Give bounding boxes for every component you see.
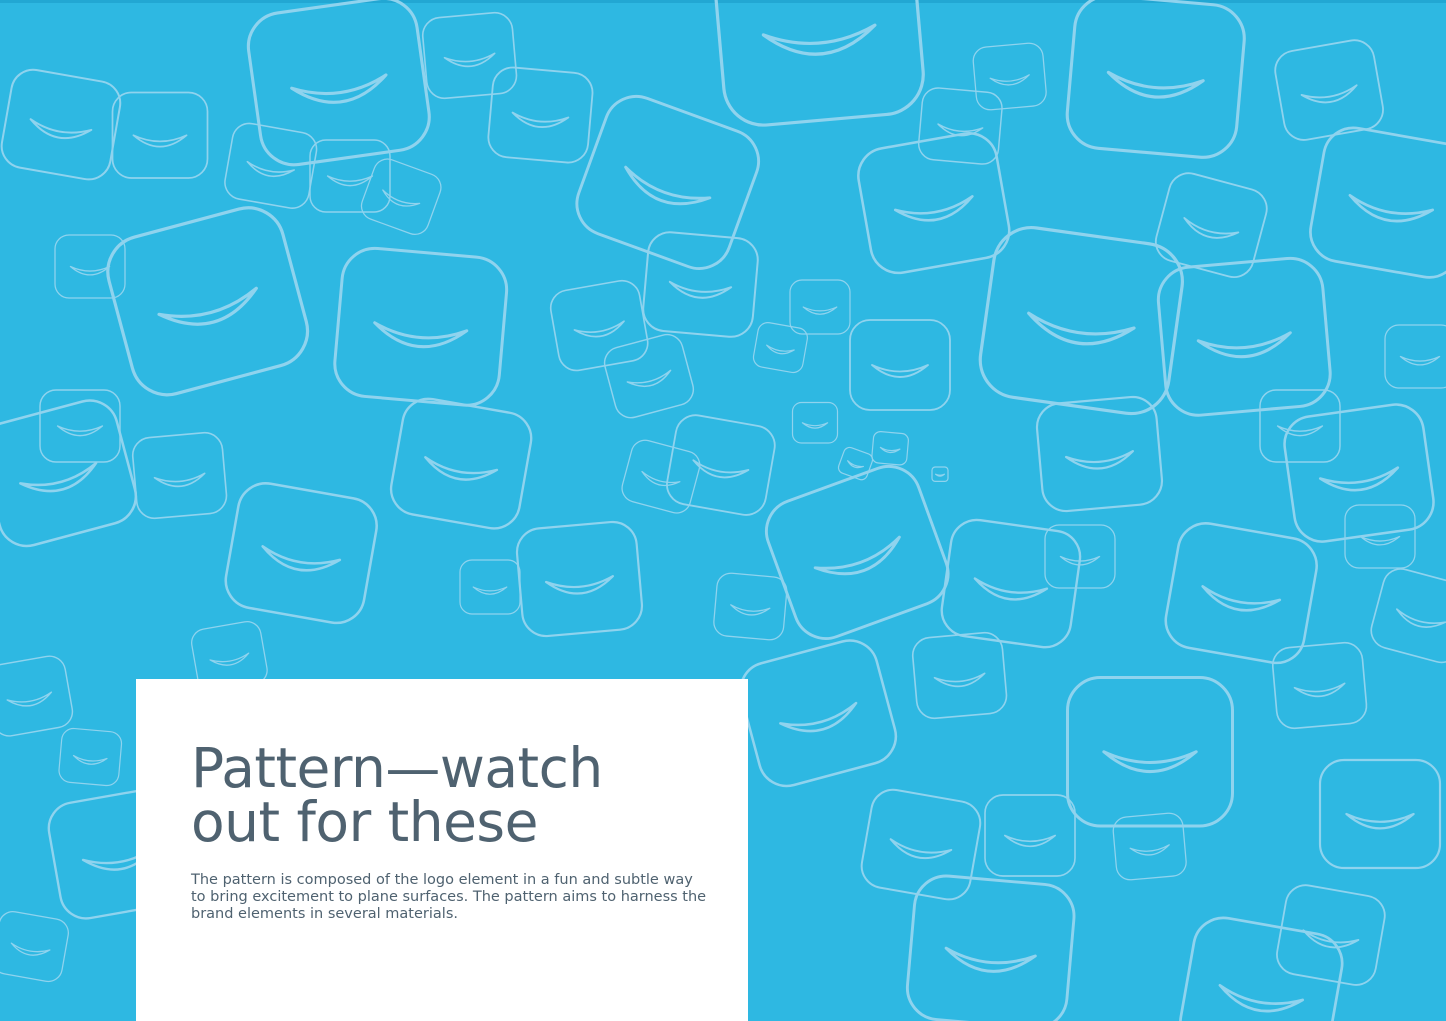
smile-square-icon	[0, 655, 74, 737]
smile-square-icon	[1065, 0, 1246, 159]
smile-square-icon	[871, 431, 909, 466]
smile-square-icon	[58, 727, 123, 787]
smile-square-icon	[1384, 324, 1446, 389]
smile-square-icon	[421, 11, 518, 100]
smile-square-icon	[1318, 758, 1442, 870]
smile-square-icon	[857, 132, 1011, 275]
smile-square-icon	[791, 401, 839, 444]
smile-square-icon	[360, 158, 442, 235]
smile-square-icon	[333, 246, 509, 407]
smile-square-icon	[621, 439, 701, 514]
smile-square-icon	[917, 87, 1003, 165]
smile-square-icon	[1283, 403, 1435, 543]
page-title-line-1: Pattern—watch	[191, 736, 603, 800]
smile-square-icon	[54, 234, 126, 299]
smile-square-icon	[1179, 916, 1344, 1021]
smile-square-icon	[106, 206, 310, 397]
smile-square-icon	[389, 397, 533, 530]
smile-square-icon	[984, 794, 1076, 877]
smile-square-icon	[713, 572, 788, 641]
smile-square-icon	[1066, 676, 1234, 828]
text-card: Pattern—watch out for these The pattern …	[136, 679, 748, 1021]
page-title: Pattern—watch out for these	[191, 736, 731, 854]
smile-square-icon	[111, 91, 209, 179]
smile-square-icon	[487, 66, 594, 164]
smile-square-icon	[0, 911, 69, 983]
smile-square-icon	[765, 465, 950, 640]
smile-square-icon	[39, 389, 121, 463]
body-paragraph: The pattern is composed of the logo elem…	[191, 872, 707, 922]
smile-square-icon	[972, 42, 1047, 111]
smile-square-icon	[849, 319, 951, 411]
smile-square-icon	[1309, 126, 1446, 279]
smile-square-icon	[752, 322, 808, 374]
page-title-line-2: out for these	[191, 790, 538, 854]
smile-square-icon	[1271, 641, 1368, 730]
smile-square-icon	[1276, 884, 1386, 986]
smile-square-icon	[1112, 812, 1187, 881]
smile-square-icon	[603, 333, 695, 419]
smile-square-icon	[1274, 39, 1384, 141]
smile-square-icon	[978, 226, 1184, 416]
smile-square-icon	[131, 431, 228, 520]
smile-square-icon	[739, 639, 898, 788]
smile-square-icon	[224, 122, 318, 209]
smile-square-icon	[860, 788, 982, 901]
smile-square-icon	[0, 399, 138, 548]
smile-square-icon	[642, 231, 759, 338]
smile-square-icon	[515, 520, 644, 638]
smile-square-icon	[1370, 568, 1446, 664]
smile-square-icon	[1164, 522, 1318, 665]
smile-square-icon	[549, 279, 649, 372]
smile-square-icon	[789, 279, 851, 335]
smile-square-icon	[309, 139, 391, 213]
smile-square-icon	[911, 631, 1008, 720]
smile-square-icon	[905, 874, 1076, 1021]
smile-square-icon	[224, 482, 378, 625]
smile-square-icon	[1259, 389, 1341, 463]
smile-square-icon	[931, 466, 949, 482]
smile-square-icon	[940, 518, 1082, 649]
smile-square-icon	[459, 559, 521, 615]
smile-square-icon	[246, 0, 431, 167]
smile-square-icon	[666, 414, 776, 516]
smile-square-icon	[713, 0, 925, 127]
brand-guideline-page: Pattern—watch out for these The pattern …	[0, 0, 1446, 1021]
smile-square-icon	[0, 68, 122, 181]
